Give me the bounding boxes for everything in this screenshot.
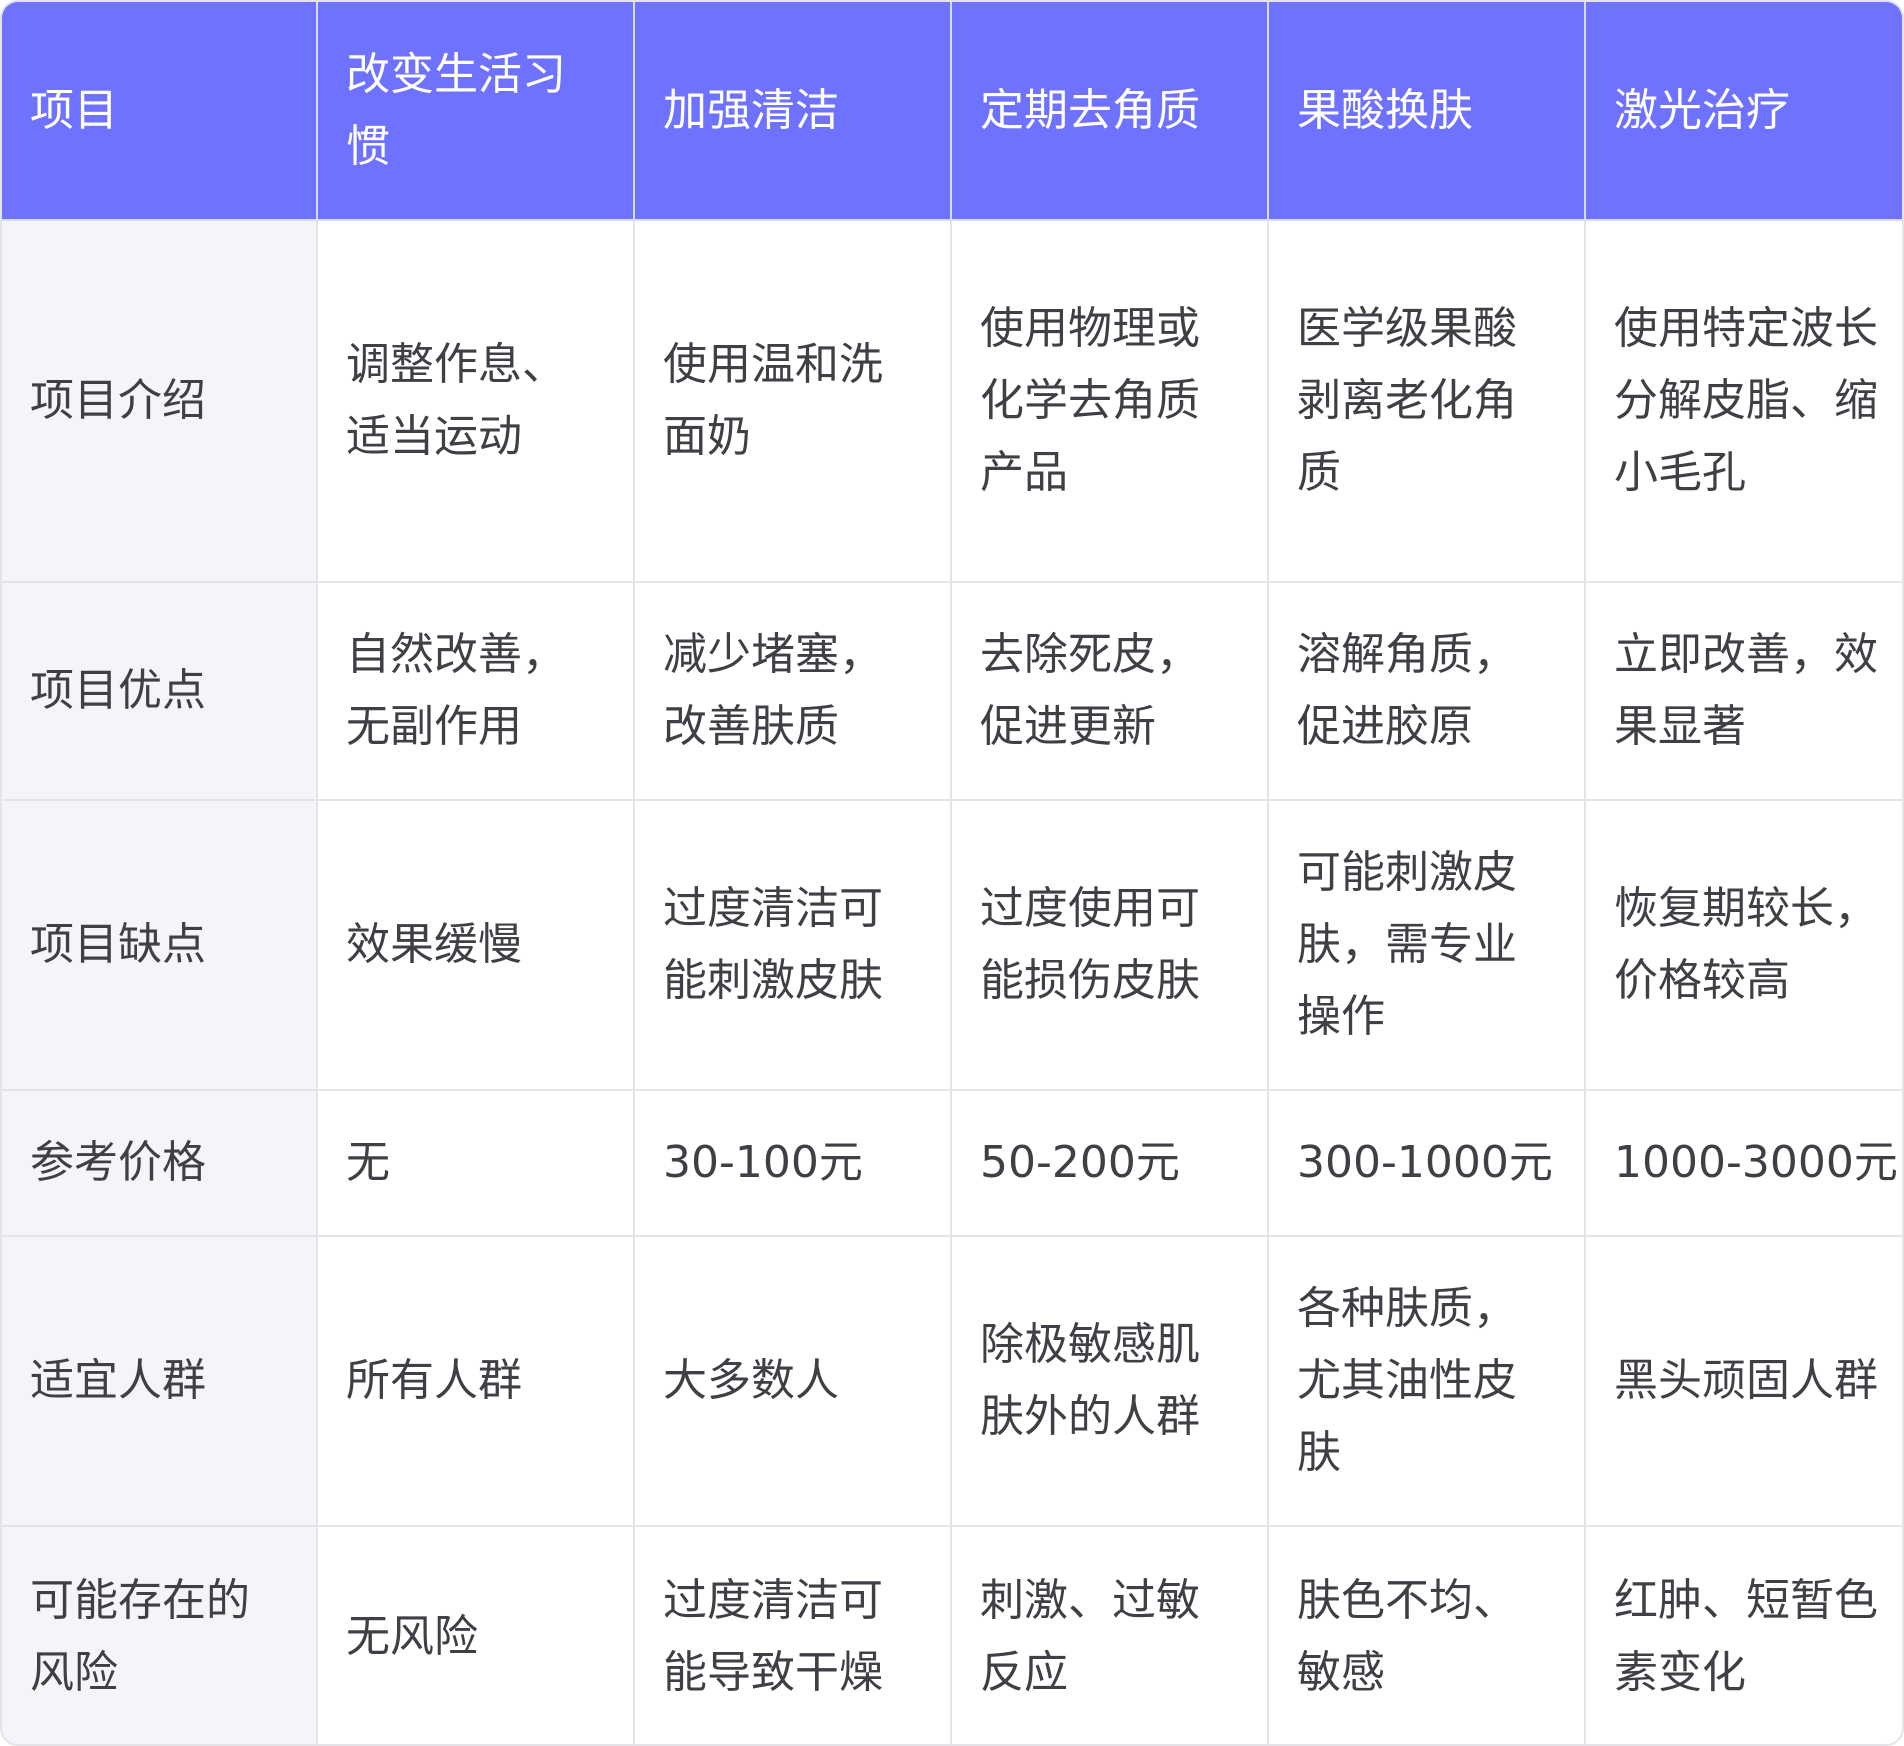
table-cell: 去除死皮，促进更新 — [950, 581, 1269, 801]
table-cell: 效果缓慢 — [316, 799, 635, 1091]
table-cell: 过度使用可能损伤皮肤 — [950, 799, 1269, 1091]
table-cell: 使用温和洗面奶 — [633, 219, 952, 583]
table-cell: 立即改善，效果显著 — [1584, 581, 1902, 801]
header-cell-exfoliation: 定期去角质 — [950, 2, 1269, 221]
header-cell-laser: 激光治疗 — [1584, 2, 1902, 221]
table-cell: 红肿、短暂色素变化 — [1584, 1525, 1902, 1744]
table-cell: 过度清洁可能导致干燥 — [633, 1525, 952, 1744]
table-cell: 无 — [316, 1089, 635, 1237]
table-cell: 黑头顽固人群 — [1584, 1235, 1902, 1527]
table-cell: 50-200元 — [950, 1089, 1269, 1237]
table-row: 适宜人群 所有人群 大多数人 除极敏感肌肤外的人群 各种肤质，尤其油性皮肤 黑头… — [2, 1235, 1902, 1527]
table-cell: 大多数人 — [633, 1235, 952, 1527]
table-row: 项目介绍 调整作息、适当运动 使用温和洗面奶 使用物理或化学去角质产品 医学级果… — [2, 219, 1902, 583]
table-cell: 过度清洁可能刺激皮肤 — [633, 799, 952, 1091]
table-cell: 除极敏感肌肤外的人群 — [950, 1235, 1269, 1527]
table-cell: 使用物理或化学去角质产品 — [950, 219, 1269, 583]
table-row: 项目优点 自然改善，无副作用 减少堵塞，改善肤质 去除死皮，促进更新 溶解角质，… — [2, 581, 1902, 801]
row-label-introduction: 项目介绍 — [2, 219, 318, 583]
comparison-table: 项目 改变生活习惯 加强清洁 定期去角质 果酸换肤 激光治疗 项目介绍 调整作息… — [2, 2, 1902, 1744]
header-cell-lifestyle: 改变生活习惯 — [316, 2, 635, 221]
table-row: 参考价格 无 30-100元 50-200元 300-1000元 1000-30… — [2, 1089, 1902, 1237]
table-cell: 恢复期较长，价格较高 — [1584, 799, 1902, 1091]
row-label-advantages: 项目优点 — [2, 581, 318, 801]
table-cell: 可能刺激皮肤，需专业操作 — [1267, 799, 1586, 1091]
row-label-disadvantages: 项目缺点 — [2, 799, 318, 1091]
comparison-table-container: 项目 改变生活习惯 加强清洁 定期去角质 果酸换肤 激光治疗 项目介绍 调整作息… — [0, 0, 1904, 1746]
table-cell: 刺激、过敏反应 — [950, 1525, 1269, 1744]
table-cell: 肤色不均、敏感 — [1267, 1525, 1586, 1744]
table-row: 项目缺点 效果缓慢 过度清洁可能刺激皮肤 过度使用可能损伤皮肤 可能刺激皮肤，需… — [2, 799, 1902, 1091]
header-cell-item: 项目 — [2, 2, 318, 221]
table-row: 可能存在的风险 无风险 过度清洁可能导致干燥 刺激、过敏反应 肤色不均、敏感 红… — [2, 1525, 1902, 1744]
table-cell: 自然改善，无副作用 — [316, 581, 635, 801]
row-label-risks: 可能存在的风险 — [2, 1525, 318, 1744]
row-label-suitable-groups: 适宜人群 — [2, 1235, 318, 1527]
table-cell: 溶解角质，促进胶原 — [1267, 581, 1586, 801]
table-cell: 30-100元 — [633, 1089, 952, 1237]
table-cell: 无风险 — [316, 1525, 635, 1744]
row-label-price: 参考价格 — [2, 1089, 318, 1237]
header-cell-fruit-acid-peel: 果酸换肤 — [1267, 2, 1586, 221]
table-cell: 调整作息、适当运动 — [316, 219, 635, 583]
header-cell-cleansing: 加强清洁 — [633, 2, 952, 221]
table-cell: 300-1000元 — [1267, 1089, 1586, 1237]
table-cell: 1000-3000元 — [1584, 1089, 1902, 1237]
table-cell: 各种肤质，尤其油性皮肤 — [1267, 1235, 1586, 1527]
table-cell: 使用特定波长分解皮脂、缩小毛孔 — [1584, 219, 1902, 583]
table-cell: 减少堵塞，改善肤质 — [633, 581, 952, 801]
table-header-row: 项目 改变生活习惯 加强清洁 定期去角质 果酸换肤 激光治疗 — [2, 2, 1902, 221]
table-cell: 医学级果酸剥离老化角质 — [1267, 219, 1586, 583]
table-cell: 所有人群 — [316, 1235, 635, 1527]
